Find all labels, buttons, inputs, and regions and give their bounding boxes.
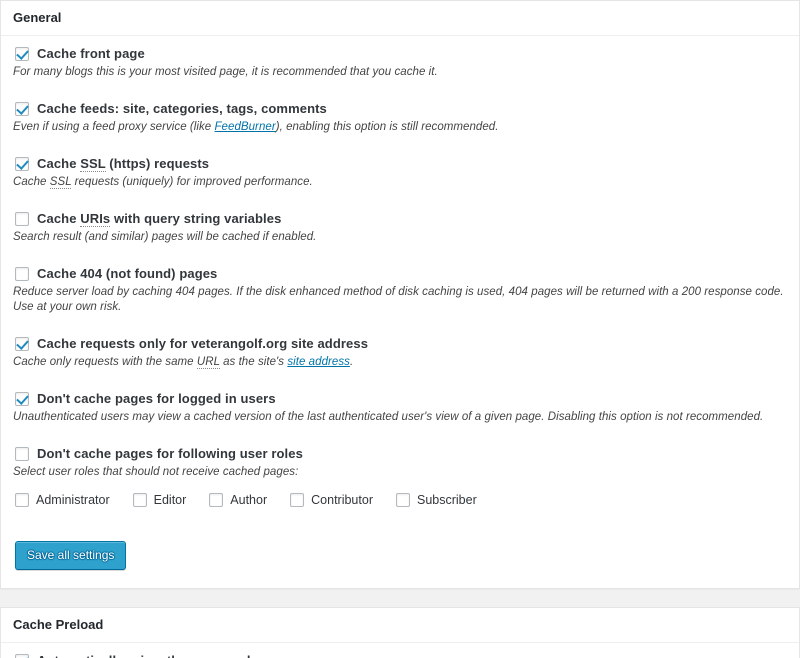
uri-abbr: URIs <box>80 211 111 228</box>
option-cache-404-pages: Cache 404 (not found) pages Reduce server… <box>13 266 787 315</box>
panel-header-general: General <box>1 1 799 37</box>
role-editor-checkbox[interactable] <box>132 493 147 508</box>
option-label-cache-site-address-only[interactable]: Cache requests only for veterangolf.org … <box>13 336 787 352</box>
option-dont-cache-logged-in-users: Don't cache pages for logged in users Una… <box>13 391 787 425</box>
option-desc-cache-404-pages: Reduce server load by caching 404 pages.… <box>13 286 784 314</box>
role-item-role-administrator[interactable]: Administrator <box>15 492 110 508</box>
url-abbr: URL <box>196 356 220 370</box>
panel-cache-preload: Cache Preload Automatically prime the pag… <box>0 607 800 658</box>
role-label-role-contributor: Contributor <box>311 493 373 508</box>
panel-gap <box>0 589 800 607</box>
option-cache-ssl-requests: Cache SSL (https) requests Cache SSL requ… <box>13 156 787 190</box>
option-desc-cache-feeds: Even if using a feed proxy service (like… <box>13 121 499 134</box>
option-label-text-cache-site-address-only: Cache requests only for veterangolf.org … <box>37 336 369 352</box>
role-subscriber-checkbox[interactable] <box>395 493 410 508</box>
option-desc-dont-cache-user-roles: Select user roles that should not receiv… <box>13 466 299 479</box>
option-cache-uris-query-string: Cache URIs with query string variables Se… <box>13 211 787 245</box>
submit-wrapper-general: Save all settings <box>13 529 787 580</box>
option-label-dont-cache-user-roles[interactable]: Don't cache pages for following user rol… <box>13 446 787 462</box>
automatically-prime-page-cache-checkbox[interactable] <box>15 654 29 658</box>
option-label-text-automatically-prime-page-cache: Automatically prime the page cache <box>37 653 262 658</box>
option-label-cache-404-pages[interactable]: Cache 404 (not found) pages <box>13 266 787 282</box>
panel-header-cache-preload: Cache Preload <box>1 608 799 644</box>
panels-container: General Cache front page For many blogs th… <box>0 0 800 658</box>
option-cache-feeds: Cache feeds: site, categories, tags, com… <box>13 101 787 135</box>
role-item-role-editor[interactable]: Editor <box>132 492 187 508</box>
role-label-role-administrator: Administrator <box>36 493 110 508</box>
panel-general: General Cache front page For many blogs th… <box>0 0 800 590</box>
option-label-cache-front-page[interactable]: Cache front page <box>13 46 787 62</box>
option-label-cache-ssl-requests[interactable]: Cache SSL (https) requests <box>13 156 787 173</box>
option-label-text-dont-cache-logged-in-users: Don't cache pages for logged in users <box>37 391 276 407</box>
role-label-role-subscriber: Subscriber <box>416 493 477 508</box>
settings-page: General Cache front page For many blogs th… <box>0 0 800 658</box>
option-label-text-cache-uris-query-string: Cache URIs with query string variables <box>37 211 282 228</box>
cache-feeds-checkbox[interactable] <box>15 102 29 117</box>
user-roles-row: Administrator Editor Author Contributor Subs… <box>13 492 787 508</box>
option-label-cache-uris-query-string[interactable]: Cache URIs with query string variables <box>13 211 787 228</box>
panel-body-general: Cache front page For many blogs this is y… <box>1 36 799 588</box>
option-label-text-dont-cache-user-roles: Don't cache pages for following user rol… <box>37 446 303 462</box>
role-label-role-author: Author <box>230 493 268 508</box>
option-desc-cache-uris-query-string: Search result (and similar) pages will b… <box>13 231 317 244</box>
option-dont-cache-user-roles: Don't cache pages for following user rol… <box>13 446 787 508</box>
dont-cache-user-roles-checkbox[interactable] <box>15 447 29 462</box>
option-label-text-cache-feeds: Cache feeds: site, categories, tags, com… <box>37 101 327 117</box>
ssl-abbr: SSL <box>80 156 106 173</box>
feedburner-link[interactable]: FeedBurner <box>214 121 275 133</box>
role-item-role-subscriber[interactable]: Subscriber <box>395 492 477 508</box>
cache-site-address-only-checkbox[interactable] <box>15 337 29 352</box>
option-label-dont-cache-logged-in-users[interactable]: Don't cache pages for logged in users <box>13 391 787 407</box>
option-label-text-cache-front-page: Cache front page <box>37 46 145 62</box>
site-address-link[interactable]: site address <box>287 356 350 368</box>
option-label-cache-feeds[interactable]: Cache feeds: site, categories, tags, com… <box>13 101 787 117</box>
option-desc-cache-site-address-only: Cache only requests with the same URL as… <box>13 356 354 370</box>
panel-body-cache-preload: Automatically prime the page cache <box>1 643 799 658</box>
option-desc-dont-cache-logged-in-users: Unauthenticated users may view a cached … <box>13 411 764 424</box>
option-automatically-prime-page-cache: Automatically prime the page cache <box>13 653 787 658</box>
option-label-text-cache-ssl-requests: Cache SSL (https) requests <box>37 156 210 173</box>
dont-cache-logged-in-users-checkbox[interactable] <box>15 392 29 407</box>
role-item-role-contributor[interactable]: Contributor <box>290 492 373 508</box>
save-all-settings-button[interactable]: Save all settings <box>15 541 127 571</box>
option-cache-site-address-only: Cache requests only for veterangolf.org … <box>13 336 787 370</box>
cache-ssl-requests-checkbox[interactable] <box>15 157 29 172</box>
role-contributor-checkbox[interactable] <box>290 493 305 508</box>
option-label-automatically-prime-page-cache[interactable]: Automatically prime the page cache <box>13 653 787 658</box>
cache-uris-query-string-checkbox[interactable] <box>15 212 29 227</box>
role-item-role-author[interactable]: Author <box>209 492 267 508</box>
role-author-checkbox[interactable] <box>209 493 224 508</box>
option-desc-cache-front-page: For many blogs this is your most visited… <box>13 66 438 79</box>
cache-404-pages-checkbox[interactable] <box>15 267 29 282</box>
role-label-role-editor: Editor <box>153 493 187 508</box>
option-cache-front-page: Cache front page For many blogs this is y… <box>13 46 787 80</box>
role-administrator-checkbox[interactable] <box>15 493 29 508</box>
ssl-abbr: SSL <box>49 176 72 190</box>
option-label-text-cache-404-pages: Cache 404 (not found) pages <box>37 266 218 282</box>
option-desc-cache-ssl-requests: Cache SSL requests (uniquely) for improv… <box>13 176 313 190</box>
cache-front-page-checkbox[interactable] <box>15 47 29 62</box>
